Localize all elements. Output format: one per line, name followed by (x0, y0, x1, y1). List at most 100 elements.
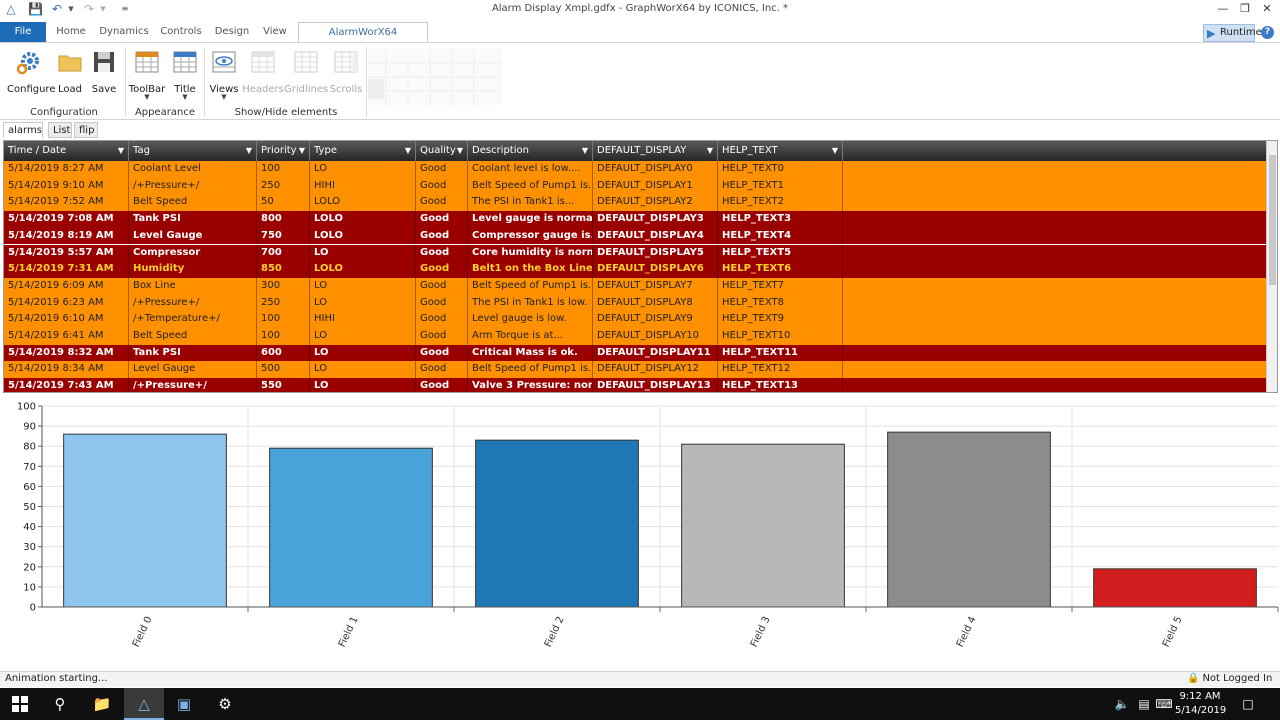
bar-field-4 (887, 431, 1051, 608)
faded-grid-placeholder-icon (368, 49, 502, 105)
tab-file[interactable]: File (0, 22, 46, 42)
grid-vertical-scrollbar[interactable] (1266, 141, 1277, 392)
bar-chart: 0 10 20 30 40 50 60 70 80 90 100 Field 0 Field 1 Fiel… (0, 396, 1280, 670)
cell-time-date: 5/14/2019 8:34 AM (4, 361, 129, 379)
graphworx-taskbar-icon[interactable]: △ (124, 688, 164, 720)
cell-type: LO (310, 161, 416, 178)
column-header-type[interactable]: Type ▼ (310, 141, 416, 161)
y-tick-label: 20 (23, 562, 36, 573)
y-tick-label: 10 (23, 582, 36, 593)
appearance-group-label: Appearance (134, 107, 196, 118)
table-row[interactable]: 5/14/2019 8:32 AM Tank PSI 600 LO Good Critic… (4, 344, 1266, 362)
network-icon[interactable]: ▤ (1134, 688, 1154, 720)
filter-icon[interactable]: ▼ (405, 141, 411, 161)
table-row[interactable]: 5/14/2019 7:08 AM Tank PSI 800 LOLO Good Leve… (4, 211, 1266, 228)
cell-time-date: 5/14/2019 5:57 AM (4, 244, 129, 262)
cell-help-text: HELP_TEXT2 (718, 194, 843, 212)
notifications-icon[interactable]: □ (1238, 688, 1258, 720)
filter-icon[interactable]: ▼ (582, 141, 588, 161)
cell-default-display: DEFAULT_DISPLAY6 (593, 261, 718, 278)
cell-help-text: HELP_TEXT8 (718, 294, 843, 312)
x-tick-label: Field 3 (749, 615, 773, 649)
cell-default-display: DEFAULT_DISPLAY3 (593, 211, 718, 228)
column-header-description[interactable]: Description ▼ (468, 141, 593, 161)
runtime-label: Runtime (1220, 27, 1262, 38)
filter-icon[interactable]: ▼ (707, 141, 713, 161)
filter-icon[interactable]: ▼ (457, 141, 463, 161)
tab-list[interactable]: List (48, 122, 72, 138)
alarm-grid[interactable]: Time / Date ▼ Tag ▼ Priority ▼ Type ▼ Qualit… (3, 140, 1278, 393)
column-header-time-date[interactable]: Time / Date ▼ (4, 141, 129, 161)
runtime-button[interactable]: ▶ Runtime (1203, 24, 1262, 42)
cell-default-display: DEFAULT_DISPLAY12 (593, 361, 718, 379)
table-row[interactable]: 5/14/2019 6:10 AM/+Temperature+/100 HIHI G… (4, 311, 1266, 328)
tab-view[interactable]: View (258, 22, 292, 42)
close-icon[interactable]: ✕ (1256, 1, 1278, 17)
table-row[interactable]: 5/14/2019 8:27 AM Coolant Level 100 LO Good C… (4, 161, 1266, 178)
cell-description: Belt1 on the Box Line... (468, 261, 593, 278)
cell-type: LOLO (310, 194, 416, 212)
tab-dynamics[interactable]: Dynamics (98, 22, 150, 42)
cell-tag: Tank PSI (129, 344, 257, 362)
table-row[interactable]: 5/14/2019 8:34 AM Level Gauge 500 LO Good Bel… (4, 361, 1266, 379)
file-explorer-icon[interactable]: 📁 (82, 688, 122, 720)
restore-icon[interactable]: ❐ (1234, 1, 1256, 17)
ribbon-separator (366, 47, 367, 117)
minimize-icon[interactable]: — (1212, 1, 1234, 17)
cell-time-date: 5/14/2019 7:52 AM (4, 194, 129, 212)
table-row[interactable]: 5/14/2019 6:09 AM Box Line 300 LO Good Belt S… (4, 277, 1266, 295)
table-row[interactable]: 5/14/2019 7:43 AM/+Pressure+/550 LO Good Va… (4, 378, 1266, 392)
y-tick-label: 90 (23, 422, 36, 433)
tab-alarmworx-configuration[interactable]: AlarmWorX64 Configuration (298, 22, 428, 58)
column-header-default-display[interactable]: DEFAULT_DISPLAY ▼ (593, 141, 718, 161)
clock[interactable]: 9:12 AM 5/14/2019 (1175, 690, 1226, 718)
tab-flip[interactable]: flip (74, 122, 98, 138)
configure-button[interactable]: Configure (7, 49, 55, 99)
save-button[interactable]: Save (82, 49, 126, 99)
filter-icon[interactable]: ▼ (832, 141, 838, 161)
cell-priority: 250 (257, 294, 310, 312)
cell-priority: 500 (257, 361, 310, 379)
cell-quality: Good (416, 328, 468, 345)
ribbon-tab-bar: File Home Dynamics Controls Design View … (0, 22, 1280, 58)
table-row[interactable]: 5/14/2019 7:52 AM Belt Speed 50 LOLO Good The… (4, 194, 1266, 212)
gridlines-button[interactable]: Gridlines (284, 49, 328, 99)
table-row[interactable]: 5/14/2019 9:10 AM/+Pressure+/250 HIHI Good… (4, 177, 1266, 195)
table-row[interactable]: 5/14/2019 7:31 AM Humidity 850 LOLO Good Belt… (4, 261, 1266, 278)
filter-icon[interactable]: ▼ (246, 141, 252, 161)
help-icon[interactable]: ? (1261, 26, 1274, 39)
settings-gear-icon[interactable]: ⚙ (205, 688, 245, 720)
windows-start-icon[interactable] (0, 688, 40, 720)
column-header-quality[interactable]: Quality ▼ (416, 141, 468, 161)
filter-icon[interactable]: ▼ (299, 141, 305, 161)
headers-button[interactable]: Headers (241, 49, 285, 99)
table-row[interactable]: 5/14/2019 6:41 AM Belt Speed 100 LO Good Arm … (4, 328, 1266, 345)
views-dropdown-icon: ▼ (221, 93, 227, 101)
volume-icon[interactable]: 🔈 (1112, 688, 1132, 720)
cell-tag: /+Temperature+/ (129, 311, 257, 328)
search-icon[interactable]: ⚲ (40, 688, 80, 720)
tab-home[interactable]: Home (52, 22, 90, 42)
table-row[interactable]: 5/14/2019 6:23 AM/+Pressure+/250 LO Good Th… (4, 294, 1266, 312)
column-header-priority[interactable]: Priority ▼ (257, 141, 310, 161)
monitor-app-icon[interactable]: ▣ (164, 688, 204, 720)
cell-help-text: HELP_TEXT0 (718, 161, 843, 178)
filter-icon[interactable]: ▼ (118, 141, 124, 161)
scrolls-button[interactable]: Scrolls (324, 49, 368, 99)
keyboard-icon[interactable]: ⌨ (1154, 688, 1174, 720)
tab-design[interactable]: Design (212, 22, 252, 42)
views-button[interactable]: Views ▼ (202, 49, 246, 101)
table-row[interactable]: 5/14/2019 5:57 AM Compressor 700 LO Good Core… (4, 244, 1266, 262)
table-row[interactable]: 5/14/2019 8:19 AM Level Gauge 750 LOLO Good C… (4, 227, 1266, 245)
tab-controls[interactable]: Controls (158, 22, 204, 42)
cell-tag: Tank PSI (129, 211, 257, 228)
title-button[interactable]: Title ▼ (163, 49, 207, 101)
tab-alarms[interactable]: alarms (3, 122, 43, 138)
cell-tag: Level Gauge (129, 227, 257, 245)
scrollbar-thumb[interactable] (1269, 155, 1276, 285)
column-header-help-text[interactable]: HELP_TEXT ▼ (718, 141, 843, 161)
column-header-tag[interactable]: Tag ▼ (129, 141, 257, 161)
cell-quality: Good (416, 177, 468, 195)
cell-time-date: 5/14/2019 6:41 AM (4, 328, 129, 345)
cell-priority: 850 (257, 261, 310, 278)
